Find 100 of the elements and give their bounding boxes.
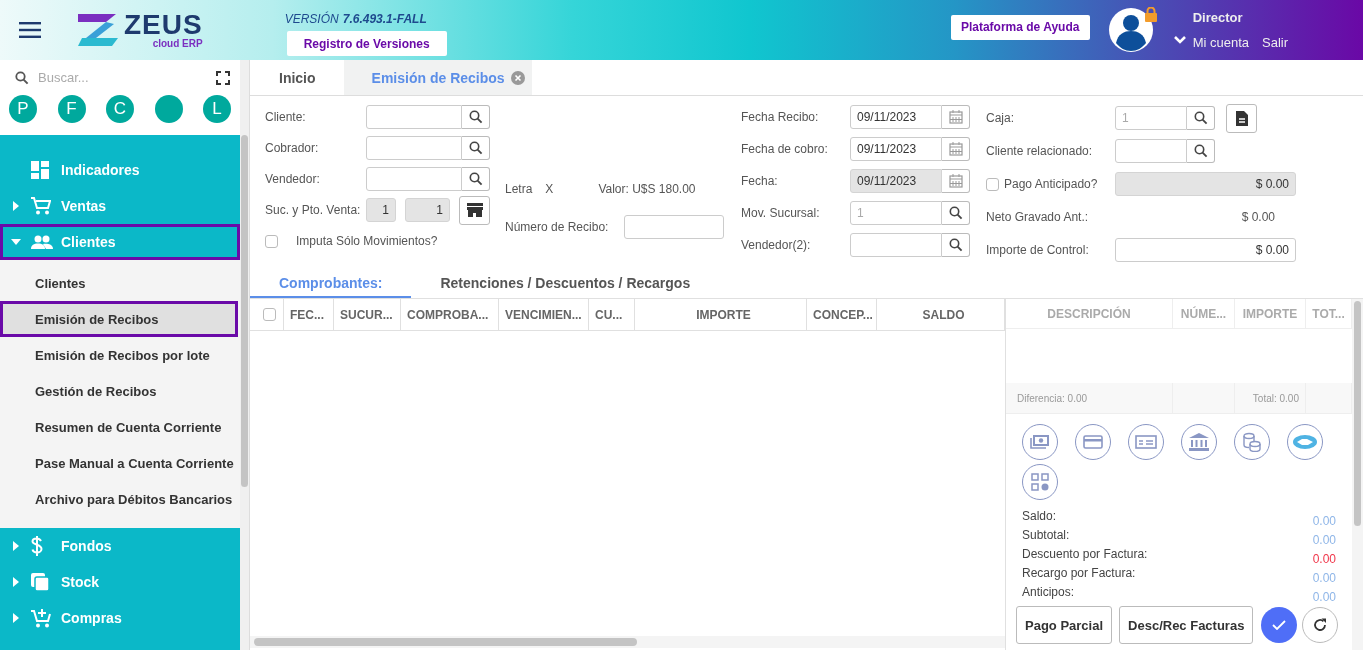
table-scrollbar[interactable] — [250, 636, 1005, 648]
search-button[interactable] — [942, 201, 970, 225]
account-link[interactable]: Mi cuenta — [1192, 35, 1250, 50]
version-number: 7.6.493.1-FALL — [342, 12, 427, 26]
branch-field[interactable]: 1 — [366, 198, 396, 222]
caret-right-icon — [13, 201, 19, 211]
qr-code-icon[interactable] — [1022, 464, 1058, 500]
field-label: Mov. Sucursal: — [741, 206, 821, 220]
calendar-icon — [948, 110, 963, 124]
search-button[interactable] — [942, 233, 970, 257]
point-of-sale-field[interactable]: 1 — [405, 198, 450, 222]
calendar-button[interactable] — [942, 169, 970, 193]
cart-plus-icon — [31, 608, 51, 628]
submenu-item[interactable]: Resumen de Cuenta Corriente — [0, 409, 240, 445]
column-header[interactable]: CONCEP... — [813, 307, 873, 322]
calendar-icon — [948, 174, 963, 188]
column-header[interactable]: IMPORTE — [696, 307, 751, 322]
field-label: Fecha de cobro: — [741, 142, 829, 156]
shortcut-button[interactable]: P — [9, 95, 37, 123]
search-button[interactable] — [462, 136, 490, 160]
confirm-button[interactable] — [1261, 607, 1298, 643]
check-payment-icon[interactable] — [1128, 424, 1164, 460]
search-button[interactable] — [462, 105, 490, 129]
column-header[interactable]: FEC... — [290, 307, 324, 322]
calendar-icon — [948, 142, 963, 156]
field-label: Suc. y Pto. Venta: — [265, 203, 362, 217]
submenu-item[interactable]: Pase Manual a Cuenta Corriente — [0, 445, 240, 481]
select-all-checkbox[interactable] — [263, 308, 276, 321]
search-icon — [468, 141, 483, 155]
letter-label: Letra — [505, 182, 533, 196]
submenu-item[interactable]: Gestión de Recibos — [0, 373, 240, 409]
account-link[interactable]: Salir — [1262, 35, 1289, 50]
search-button[interactable] — [1187, 139, 1215, 163]
amount-text: Valor: U$S 180.00 — [598, 182, 696, 196]
coins-icon[interactable] — [1234, 424, 1270, 460]
total-label: Subtotal: — [1022, 528, 1070, 542]
store-button[interactable] — [459, 195, 490, 225]
total-value: 0.00 — [1312, 590, 1336, 604]
refresh-button[interactable] — [1302, 607, 1339, 643]
shortcut-button[interactable]: C — [106, 95, 134, 123]
user-role: Director — [1192, 10, 1244, 25]
shortcut-button[interactable] — [154, 95, 183, 123]
action-button[interactable]: Desc/Rec Facturas — [1119, 606, 1254, 644]
page-tab[interactable]: Inicio — [250, 60, 344, 95]
document-button[interactable] — [1226, 103, 1257, 133]
versions-button[interactable]: Registro de Versiones — [286, 31, 447, 56]
search-button[interactable] — [462, 167, 490, 191]
people-icon — [31, 235, 53, 249]
help-button[interactable]: Plataforma de Ayuda — [950, 14, 1090, 40]
action-button[interactable]: Pago Parcial — [1016, 606, 1113, 644]
refresh-icon — [1313, 618, 1328, 632]
input-field[interactable]: 1 — [1115, 106, 1187, 130]
sidebar-scrollbar[interactable] — [240, 60, 249, 650]
cash-icon[interactable] — [1022, 424, 1058, 460]
column-header[interactable]: SALDO — [922, 307, 965, 322]
input-field[interactable] — [366, 167, 462, 191]
search-button[interactable] — [1187, 106, 1215, 130]
box-icon — [31, 573, 49, 591]
search-icon — [468, 172, 483, 186]
date-field[interactable]: 09/11/2023 — [850, 105, 942, 129]
shortcut-button[interactable]: L — [203, 95, 231, 123]
caret-right-icon — [13, 577, 19, 587]
close-icon[interactable] — [510, 70, 525, 85]
caret-right-icon — [13, 613, 19, 623]
section-tab[interactable]: Retenciones / Descuentos / Recargos — [411, 270, 720, 298]
checkbox[interactable] — [265, 234, 278, 248]
column-header[interactable]: CU... — [595, 307, 623, 322]
column-header[interactable]: COMPROBA... — [407, 307, 489, 322]
caret-right-icon — [13, 541, 19, 551]
submenu-item[interactable]: Clientes — [0, 265, 240, 301]
column-header[interactable]: SUCUR... — [340, 307, 393, 322]
input-field[interactable] — [366, 136, 462, 160]
amount-field[interactable]: $ 0.00 — [1115, 172, 1296, 196]
checkbox[interactable] — [986, 177, 999, 191]
receipt-number-field[interactable] — [624, 215, 724, 239]
input-field[interactable]: 1 — [850, 201, 942, 225]
column-header[interactable]: VENCIMIEN... — [505, 307, 582, 322]
search-icon — [1193, 144, 1208, 158]
total-label: Recargo por Factura: — [1022, 566, 1136, 580]
submenu-item[interactable]: Emisión de Recibos — [0, 301, 238, 337]
date-field[interactable]: 09/11/2023 — [850, 137, 942, 161]
avatar-icon[interactable] — [1107, 7, 1160, 53]
menu-icon[interactable] — [19, 22, 41, 38]
version-label: VERSIÓN — [284, 12, 339, 26]
submenu-item[interactable]: Archivo para Débitos Bancarios — [0, 481, 240, 517]
calendar-button[interactable] — [942, 105, 970, 129]
input-field[interactable] — [1115, 139, 1187, 163]
fullscreen-icon[interactable] — [216, 70, 230, 85]
amount-field[interactable]: $ 0.00 — [1115, 238, 1296, 262]
store-icon — [466, 203, 483, 217]
bank-icon[interactable] — [1181, 424, 1217, 460]
shortcut-button[interactable]: F — [57, 95, 86, 123]
submenu-item[interactable]: Emisión de Recibos por lote — [0, 337, 240, 373]
calendar-button[interactable] — [942, 137, 970, 161]
panel-scrollbar[interactable] — [1352, 299, 1363, 650]
chevron-down-icon[interactable] — [1172, 35, 1187, 45]
input-field[interactable] — [366, 105, 462, 129]
input-field[interactable] — [850, 233, 942, 257]
section-tab[interactable]: Comprobantes: — [250, 270, 412, 298]
credit-card-icon[interactable] — [1075, 424, 1111, 460]
